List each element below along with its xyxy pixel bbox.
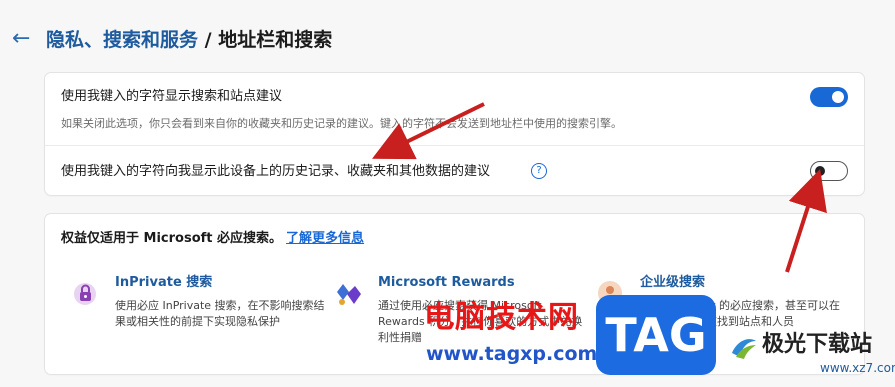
- watermark-site-url: www.tagxp.com: [426, 343, 598, 365]
- annotation-arrow-to-history-toggle: [785, 168, 827, 273]
- watermark-tag-logo: TAG: [596, 295, 716, 375]
- annotation-arrow-to-history-option: [372, 102, 485, 160]
- aurora-logo-icon: [732, 339, 756, 359]
- watermark-brand-url: www.xz7.com: [820, 361, 895, 375]
- watermark-site-name: 电脑技术网: [424, 300, 579, 335]
- watermark-brand-name: 极光下载站: [762, 332, 873, 357]
